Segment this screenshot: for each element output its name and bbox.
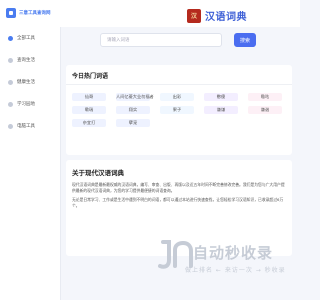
hot-word-chip[interactable]: 嗷咕	[248, 93, 282, 101]
hot-words-card: 今日热门词语 仙哥 人间亿菱大业勿福者 出彩 憨傻 嗷咕 嗽瑞 翔实 果子 谦谦…	[66, 65, 292, 155]
hot-word-chip[interactable]: 杂宜打	[72, 119, 106, 127]
hot-word-chip[interactable]: 嗽瑞	[72, 106, 106, 114]
hot-word-chip[interactable]: 人间亿菱大业勿福者	[116, 93, 154, 101]
sidebar-item-label: 查询生活	[17, 58, 35, 63]
sidebar: 三意工具查询网 全部工具 查询生活 健康生活 学习园地 电脑工具	[0, 0, 61, 300]
page-brand: 汉 汉语词典	[187, 8, 247, 23]
header: 汉 汉语词典	[60, 0, 300, 27]
search-bar: 搜索	[100, 33, 256, 47]
about-paragraph: 现代汉语词典是最新最权威的汉语词典，编写、审查、出版、再版以及近五年时间不断完善…	[72, 182, 285, 194]
page-title: 汉语词典	[205, 12, 247, 23]
sidebar-item-all-tools[interactable]: 全部工具	[0, 31, 60, 45]
watermark: 自动秒收录 做上排名 ← 来访一次 → 秒收录	[155, 236, 295, 286]
sidebar-item-life-query[interactable]: 查询生活	[0, 53, 60, 67]
sidebar-item-study[interactable]: 学习园地	[0, 97, 60, 111]
search-button[interactable]: 搜索	[234, 33, 256, 47]
dictionary-seal-icon: 汉	[187, 8, 201, 23]
about-title: 关于现代汉语词典	[72, 169, 124, 177]
sidebar-item-label: 全部工具	[17, 36, 35, 41]
hot-word-chip[interactable]: 谦谐	[248, 106, 282, 114]
logo-text: 三意工具查询网	[19, 11, 51, 16]
heart-icon	[8, 79, 13, 85]
watermark-subtext: 做上排名 ← 来访一次 → 秒收录	[185, 267, 286, 274]
divider	[66, 84, 292, 85]
hot-word-chip[interactable]: 憨傻	[204, 93, 238, 101]
hot-word-chip[interactable]: 谦谦	[204, 106, 238, 114]
hot-word-chip[interactable]: 果子	[160, 106, 194, 114]
logo[interactable]: 三意工具查询网	[6, 8, 51, 18]
sidebar-item-label: 健康生活	[17, 80, 35, 85]
sidebar-item-health[interactable]: 健康生活	[0, 75, 60, 89]
sidebar-nav: 全部工具 查询生活 健康生活 学习园地 电脑工具	[0, 31, 60, 141]
sidebar-item-computer-tools[interactable]: 电脑工具	[0, 119, 60, 133]
book-icon	[8, 101, 13, 107]
hot-word-chip[interactable]: 孽宠	[116, 119, 150, 127]
hot-word-chip[interactable]: 出彩	[160, 93, 194, 101]
hot-word-chip[interactable]: 翔实	[116, 106, 150, 114]
search-input[interactable]	[100, 33, 222, 47]
sidebar-item-label: 学习园地	[17, 102, 35, 107]
computer-icon	[8, 123, 13, 129]
logo-icon	[6, 8, 16, 18]
hot-words-title: 今日热门词语	[72, 73, 109, 80]
hot-word-chip[interactable]: 仙哥	[72, 93, 106, 101]
about-text: 现代汉语词典是最新最权威的汉语词典，编写、审查、出版、再版以及近五年时间不断完善…	[72, 182, 286, 212]
sidebar-item-label: 电脑工具	[17, 124, 35, 129]
watermark-text: 自动秒收录	[193, 244, 274, 262]
about-paragraph: 无论是日常学习、工作或是生活中遇到不明白的词语，都可以通过本站进行快速查找，让您…	[72, 196, 284, 209]
grid-icon	[8, 35, 13, 41]
search-icon	[8, 57, 13, 63]
